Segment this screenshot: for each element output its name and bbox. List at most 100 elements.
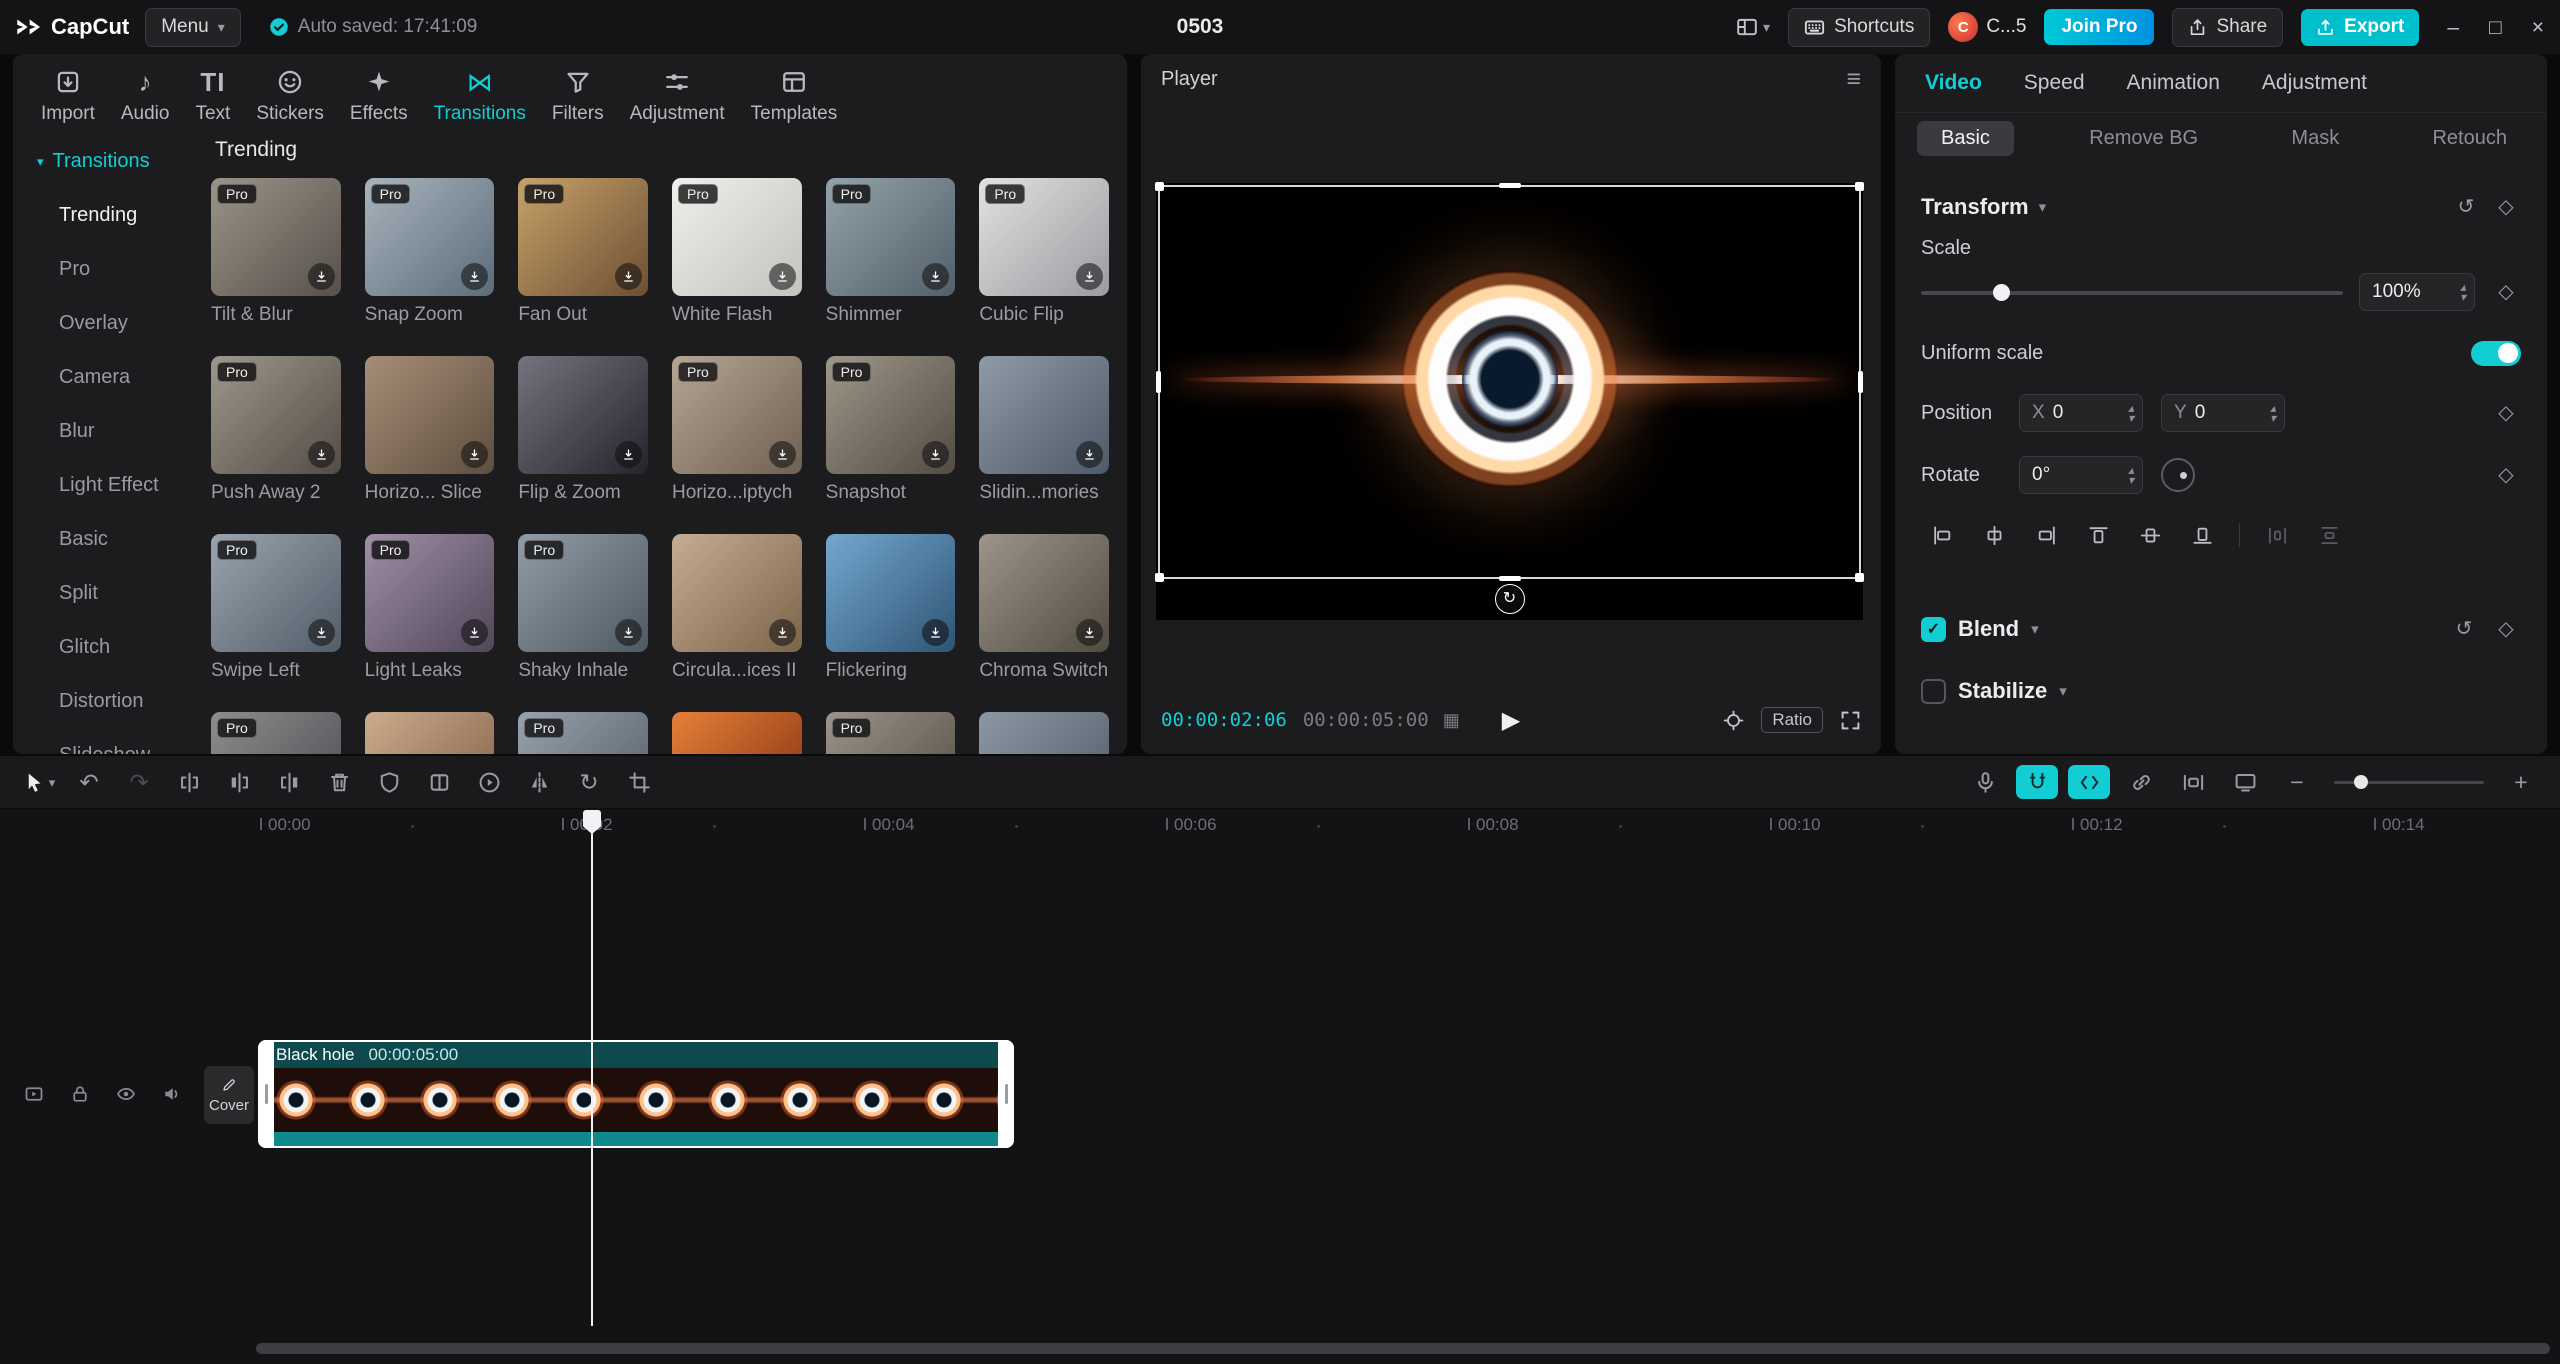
- rotate-keyframe-button[interactable]: ◇: [2491, 465, 2521, 485]
- download-icon[interactable]: [461, 441, 488, 468]
- align-bottom-button[interactable]: [2181, 518, 2223, 552]
- transition-thumbnail[interactable]: Pro: [365, 534, 495, 652]
- media-tab-adjustment[interactable]: Adjustment: [618, 64, 737, 128]
- auto-snap-toggle[interactable]: [2068, 765, 2110, 799]
- media-tab-transitions[interactable]: ⋈Transitions: [422, 64, 538, 128]
- zoom-out-button[interactable]: −: [2274, 762, 2320, 802]
- download-icon[interactable]: [615, 263, 642, 290]
- sidebar-item-transitions[interactable]: ▾Transitions: [13, 134, 203, 188]
- rotate-button[interactable]: ↻: [566, 762, 612, 802]
- sidebar-item-camera[interactable]: Camera: [13, 350, 203, 404]
- media-tab-audio[interactable]: ♪Audio: [109, 64, 182, 128]
- reset-blend-button[interactable]: ↺: [2449, 619, 2479, 639]
- main-track-magnet-toggle[interactable]: [2016, 765, 2058, 799]
- align-left-button[interactable]: [1921, 518, 1963, 552]
- position-y-stepper[interactable]: ▴▾: [2270, 403, 2276, 423]
- minimize-button[interactable]: –: [2447, 17, 2459, 38]
- transition-thumbnail[interactable]: Pro: [211, 534, 341, 652]
- resize-handle-bottomright[interactable]: [1855, 573, 1864, 582]
- frame-view-icon[interactable]: ▦: [1443, 711, 1460, 729]
- rotate-handle[interactable]: ↻: [1495, 584, 1525, 614]
- play-button[interactable]: ▶: [1496, 705, 1526, 736]
- collapse-icon[interactable]: ▾: [2059, 684, 2067, 699]
- redo-button[interactable]: ↷: [116, 762, 162, 802]
- resize-handle-topleft[interactable]: [1155, 182, 1164, 191]
- collapse-icon[interactable]: ▾: [2031, 622, 2039, 637]
- rotate-value-field[interactable]: 0° ▴▾: [2019, 456, 2143, 494]
- ratio-button[interactable]: Ratio: [1761, 707, 1823, 733]
- transition-thumbnail[interactable]: [365, 356, 495, 474]
- transition-thumbnail[interactable]: [826, 534, 956, 652]
- transition-thumbnail[interactable]: [979, 712, 1109, 754]
- maximize-button[interactable]: □: [2489, 17, 2502, 38]
- resize-handle-bottomleft[interactable]: [1155, 573, 1164, 582]
- scale-keyframe-button[interactable]: ◇: [2491, 282, 2521, 302]
- fullscreen-icon[interactable]: [1840, 710, 1861, 731]
- sidebar-item-overlay[interactable]: Overlay: [13, 296, 203, 350]
- download-icon[interactable]: [1076, 263, 1103, 290]
- zoom-in-button[interactable]: +: [2498, 762, 2544, 802]
- crop-button[interactable]: [616, 762, 662, 802]
- download-icon[interactable]: [769, 263, 796, 290]
- preview-canvas[interactable]: ↻: [1156, 183, 1863, 620]
- media-tab-stickers[interactable]: Stickers: [244, 64, 336, 128]
- sidebar-item-blur[interactable]: Blur: [13, 404, 203, 458]
- transition-thumbnail[interactable]: [979, 356, 1109, 474]
- selection-box[interactable]: [1158, 185, 1861, 579]
- inspector-subtab-retouch[interactable]: Retouch: [2414, 121, 2525, 156]
- close-button[interactable]: ×: [2532, 17, 2544, 38]
- zoom-slider-thumb[interactable]: [2354, 775, 2368, 789]
- download-icon[interactable]: [922, 619, 949, 646]
- inspector-subtab-remove-bg[interactable]: Remove BG: [2071, 121, 2216, 156]
- download-icon[interactable]: [922, 263, 949, 290]
- link-toggle[interactable]: [2118, 762, 2164, 802]
- clip-trim-handle-right[interactable]: [998, 1040, 1014, 1148]
- resize-handle-left[interactable]: [1156, 371, 1161, 393]
- share-button[interactable]: Share: [2172, 8, 2283, 47]
- rotate-stepper[interactable]: ▴▾: [2128, 465, 2134, 485]
- transition-thumbnail[interactable]: Pro: [826, 178, 956, 296]
- download-icon[interactable]: [308, 263, 335, 290]
- inspector-tab-video[interactable]: Video: [1925, 71, 1982, 95]
- lock-track-button[interactable]: [70, 1084, 90, 1104]
- rotate-dial[interactable]: [2161, 458, 2195, 492]
- inspector-subtab-basic[interactable]: Basic: [1917, 121, 2014, 156]
- transition-thumbnail[interactable]: [979, 534, 1109, 652]
- transition-thumbnail[interactable]: [672, 712, 802, 754]
- align-middle-v-button[interactable]: [2129, 518, 2171, 552]
- transition-thumbnail[interactable]: Pro: [365, 178, 495, 296]
- mask-button[interactable]: [366, 762, 412, 802]
- speed-button[interactable]: [466, 762, 512, 802]
- voiceover-button[interactable]: [1962, 762, 2008, 802]
- inspector-tab-adjustment[interactable]: Adjustment: [2262, 71, 2367, 95]
- sidebar-item-trending[interactable]: Trending: [13, 188, 203, 242]
- timeline-ruler[interactable]: 00:0000:0200:0400:0600:0800:1000:1200:14: [0, 809, 2560, 841]
- trim-view-button[interactable]: [2170, 762, 2216, 802]
- sidebar-item-light-effect[interactable]: Light Effect: [13, 458, 203, 512]
- transition-thumbnail[interactable]: Pro: [211, 356, 341, 474]
- media-tab-effects[interactable]: Effects: [338, 64, 420, 128]
- transition-thumbnail[interactable]: Pro: [826, 712, 956, 754]
- sidebar-item-distortion[interactable]: Distortion: [13, 674, 203, 728]
- scale-slider[interactable]: [1921, 282, 2343, 302]
- download-icon[interactable]: [769, 619, 796, 646]
- select-tool[interactable]: ▾: [16, 762, 62, 802]
- transition-thumbnail[interactable]: Pro: [826, 356, 956, 474]
- sidebar-item-slideshow[interactable]: Slideshow: [13, 728, 203, 754]
- media-tab-text[interactable]: TIText: [183, 64, 242, 128]
- resize-handle-bottom[interactable]: [1499, 576, 1521, 581]
- transition-thumbnail[interactable]: Pro: [518, 712, 648, 754]
- download-icon[interactable]: [615, 619, 642, 646]
- timeline-scrollbar[interactable]: [256, 1343, 2550, 1354]
- distribute-v-button[interactable]: [2308, 518, 2350, 552]
- media-tab-templates[interactable]: Templates: [739, 64, 850, 128]
- sidebar-item-pro[interactable]: Pro: [13, 242, 203, 296]
- delete-left-button[interactable]: [216, 762, 262, 802]
- align-right-button[interactable]: [2025, 518, 2067, 552]
- download-icon[interactable]: [769, 441, 796, 468]
- toggle-visibility-button[interactable]: [116, 1084, 136, 1104]
- undo-button[interactable]: ↶: [66, 762, 112, 802]
- blend-keyframe-button[interactable]: ◇: [2491, 619, 2521, 639]
- sidebar-item-glitch[interactable]: Glitch: [13, 620, 203, 674]
- sidebar-item-basic[interactable]: Basic: [13, 512, 203, 566]
